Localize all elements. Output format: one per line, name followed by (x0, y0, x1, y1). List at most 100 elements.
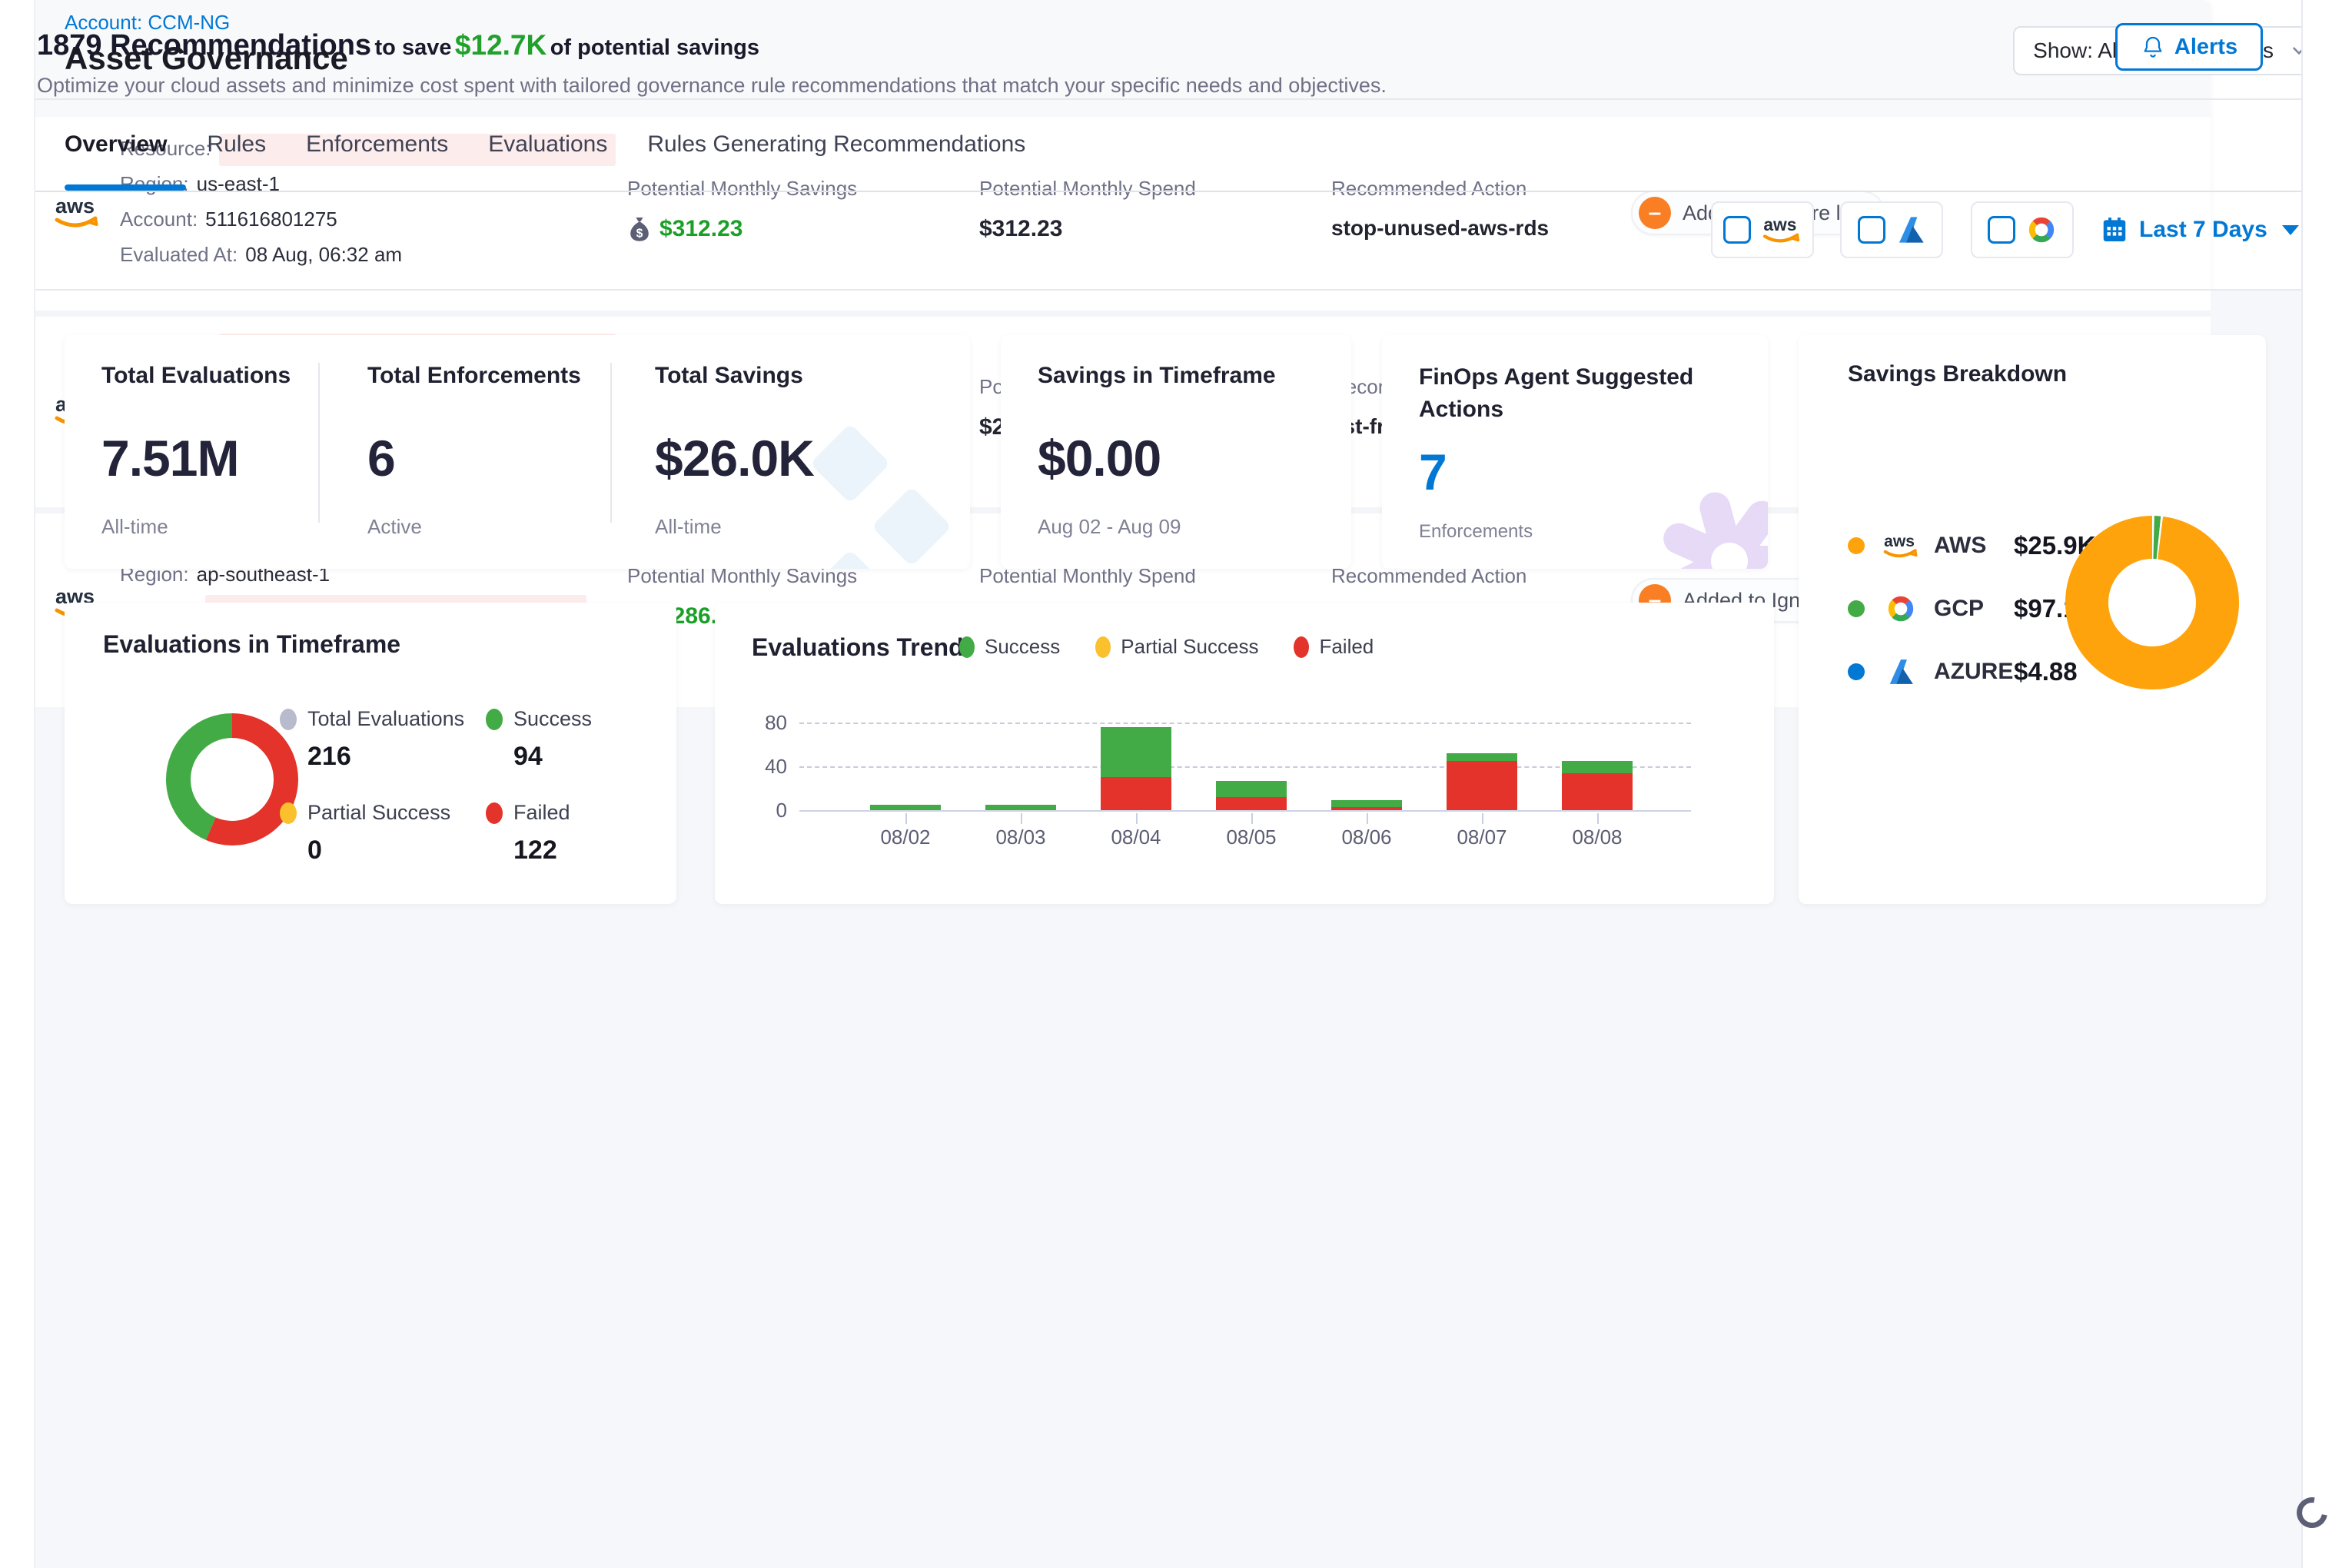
account-label: Account: (120, 208, 198, 231)
evaluations-trend-legend: Success Partial Success Failed (959, 635, 1374, 659)
aws-legend-dot (1848, 537, 1865, 554)
partial-success-value: 0 (307, 835, 450, 865)
chevron-down-icon (2282, 225, 2299, 235)
success-label: Success (513, 707, 592, 731)
trend-failed-dot (1294, 636, 1309, 658)
spend-value: $312.23 (979, 216, 1196, 242)
evaluations-trend-title: Evaluations Trend (752, 633, 964, 662)
action-column-label: Recommended Action (1331, 177, 1549, 201)
stat-title-savings-timeframe: Savings in Timeframe (1038, 363, 1276, 389)
page-title: Asset Governance (65, 40, 348, 77)
recommendations-save-suffix: of potential savings (550, 35, 759, 60)
bell-icon (2141, 35, 2165, 59)
azure-filter-chip[interactable] (1840, 201, 1943, 258)
gcp-legend-label: GCP (1934, 596, 2014, 622)
totals-card: Total Evaluations 7.51M All-time Total E… (65, 335, 970, 569)
evaluations-timeframe-title: Evaluations in Timeframe (103, 630, 400, 659)
aws-filter-chip[interactable] (1711, 201, 1814, 258)
savings-in-timeframe-card: Savings in Timeframe $0.00 Aug 02 - Aug … (1001, 335, 1351, 569)
stat-sub-total-savings: All-time (655, 515, 814, 539)
evaluated-at-value: 08 Aug, 06:32 am (245, 243, 402, 266)
stat-title-total-enforcements: Total Enforcements (367, 363, 581, 389)
total-evaluations-value: 216 (307, 742, 464, 772)
date-range-label: Last 7 Days (2139, 217, 2267, 243)
evaluations-trend-card: Evaluations Trend Success Partial Succes… (715, 603, 1774, 904)
tab-rules[interactable]: Rules (207, 131, 266, 158)
stat-value-total-savings: $26.0K (655, 429, 814, 487)
stat-divider (318, 363, 320, 523)
minus-circle-icon: – (1639, 197, 1671, 229)
account-value: 511616801275 (205, 208, 337, 231)
watermark-diamond (872, 487, 952, 567)
right-rail (2301, 0, 2352, 1568)
tab-enforcements[interactable]: Enforcements (306, 131, 448, 158)
recommendations-subtitle: Optimize your cloud assets and minimize … (37, 74, 1387, 98)
trend-success-label: Success (985, 635, 1060, 659)
total-evaluations-label: Total Evaluations (307, 707, 464, 731)
finops-agent-card: FinOps Agent Suggested Actions 7 Enforce… (1382, 335, 1768, 569)
azure-legend-dot (1848, 663, 1865, 680)
stat-title-total-evaluations: Total Evaluations (101, 363, 291, 389)
failed-value: 122 (513, 835, 570, 865)
savings-breakdown-title: Savings Breakdown (1848, 361, 2067, 387)
savings-legend-azure: AZURE $4.88 (1848, 653, 2078, 690)
stat-sub-finops-actions: Enforcements (1419, 521, 1719, 543)
aws-icon (52, 194, 101, 234)
gcp-legend-dot (1848, 600, 1865, 617)
trend-failed-label: Failed (1319, 635, 1374, 659)
alerts-button[interactable]: Alerts (2115, 23, 2263, 71)
money-bag-icon (627, 216, 652, 242)
partial-success-label: Partial Success (307, 801, 450, 825)
stat-title-finops-actions: FinOps Agent Suggested Actions (1419, 361, 1719, 426)
aws-icon (1761, 214, 1802, 246)
savings-breakdown-card: Savings Breakdown AWS $25.9K GCP $97.19 … (1799, 335, 2266, 904)
failed-dot (486, 802, 503, 824)
gcp-filter-chip[interactable] (1971, 201, 2074, 258)
evaluated-at-label: Evaluated At: (120, 243, 238, 266)
stat-value-finops-actions: 7 (1419, 443, 1719, 501)
date-range-picker[interactable]: Last 7 Days (2100, 201, 2299, 258)
tab-rules-generating-recommendations[interactable]: Rules Generating Recommendations (647, 131, 1025, 158)
tab-evaluations[interactable]: Evaluations (488, 131, 607, 158)
aws-legend-label: AWS (1934, 533, 2014, 559)
tabbar-divider (35, 191, 2301, 192)
aws-icon (1882, 531, 1920, 560)
alerts-button-label: Alerts (2174, 35, 2237, 60)
calendar-icon (2100, 215, 2129, 244)
tab-overview[interactable]: Overview (65, 131, 167, 158)
filter-divider (35, 289, 2301, 291)
azure-filter-checkbox[interactable] (1858, 216, 1885, 244)
azure-icon (1895, 215, 1926, 244)
aws-filter-checkbox[interactable] (1723, 216, 1751, 244)
gcp-filter-checkbox[interactable] (1988, 216, 2015, 244)
header-divider (35, 98, 2301, 100)
azure-legend-label: AZURE (1934, 659, 2014, 685)
success-dot (486, 709, 503, 730)
stat-value-savings-timeframe: $0.00 (1038, 429, 1276, 487)
legend-failed: Failed 122 (486, 801, 570, 865)
savings-breakdown-donut-chart (2060, 510, 2244, 695)
stat-divider (610, 363, 612, 523)
account-breadcrumb-link[interactable]: Account: CCM-NG (65, 11, 230, 35)
trend-partial-success-dot (1095, 636, 1111, 658)
total-evaluations-dot (280, 709, 297, 730)
stat-value-total-enforcements: 6 (367, 429, 581, 487)
azure-icon (1882, 658, 1920, 686)
evaluations-in-timeframe-card: Evaluations in Timeframe Total Evaluatio… (65, 603, 676, 904)
failed-label: Failed (513, 801, 570, 825)
watermark-diamond (810, 424, 891, 504)
legend-partial-success: Partial Success 0 (280, 801, 450, 865)
tab-bar: Overview Rules Enforcements Evaluations … (65, 101, 1025, 188)
stat-value-total-evaluations: 7.51M (101, 429, 291, 487)
gcp-icon (1882, 593, 1920, 625)
trend-success-dot (959, 636, 975, 658)
active-tab-underline (65, 184, 186, 191)
recommendations-save-prefix: to save (375, 35, 452, 60)
stat-title-total-savings: Total Savings (655, 363, 814, 389)
stat-sub-total-evaluations: All-time (101, 515, 291, 539)
savings-legend-aws: AWS $25.9K (1848, 527, 2095, 564)
savings-legend-gcp: GCP $97.19 (1848, 590, 2091, 627)
legend-total-evaluations: Total Evaluations 216 (280, 707, 464, 772)
stat-sub-total-enforcements: Active (367, 515, 581, 539)
gcp-icon (2025, 214, 2058, 246)
